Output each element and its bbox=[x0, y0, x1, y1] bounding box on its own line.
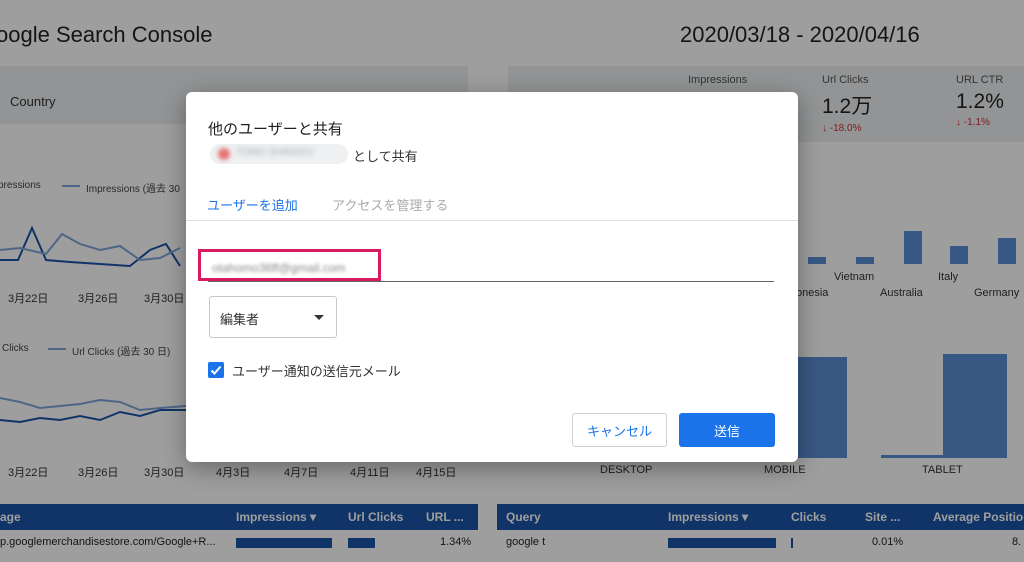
tab-manage-access[interactable]: アクセスを管理する bbox=[332, 195, 448, 214]
role-select[interactable]: 編集者 bbox=[209, 296, 337, 338]
shared-as-text: として共有 bbox=[353, 149, 418, 164]
notify-label: ユーザー通知の送信元メール bbox=[232, 364, 401, 379]
tab-add-user[interactable]: ユーザーを追加 bbox=[207, 195, 298, 214]
notify-checkbox[interactable] bbox=[208, 362, 224, 378]
email-highlight-box bbox=[198, 249, 381, 281]
role-value: 編集者 bbox=[220, 312, 260, 327]
dialog-title: 他のユーザーと共有 bbox=[208, 121, 343, 138]
check-icon bbox=[210, 365, 222, 375]
share-dialog: 他のユーザーと共有 TOMO SHINOZU として共有 ユーザーを追加 アクセ… bbox=[186, 92, 798, 462]
owner-chip: TOMO SHINOZU bbox=[210, 144, 348, 164]
cancel-button[interactable]: キャンセル bbox=[572, 413, 667, 447]
avatar bbox=[218, 148, 230, 160]
owner-name: TOMO SHINOZU bbox=[236, 147, 314, 158]
caret-down-icon bbox=[314, 315, 324, 320]
tab-divider bbox=[186, 220, 798, 221]
send-button[interactable]: 送信 bbox=[679, 413, 775, 447]
